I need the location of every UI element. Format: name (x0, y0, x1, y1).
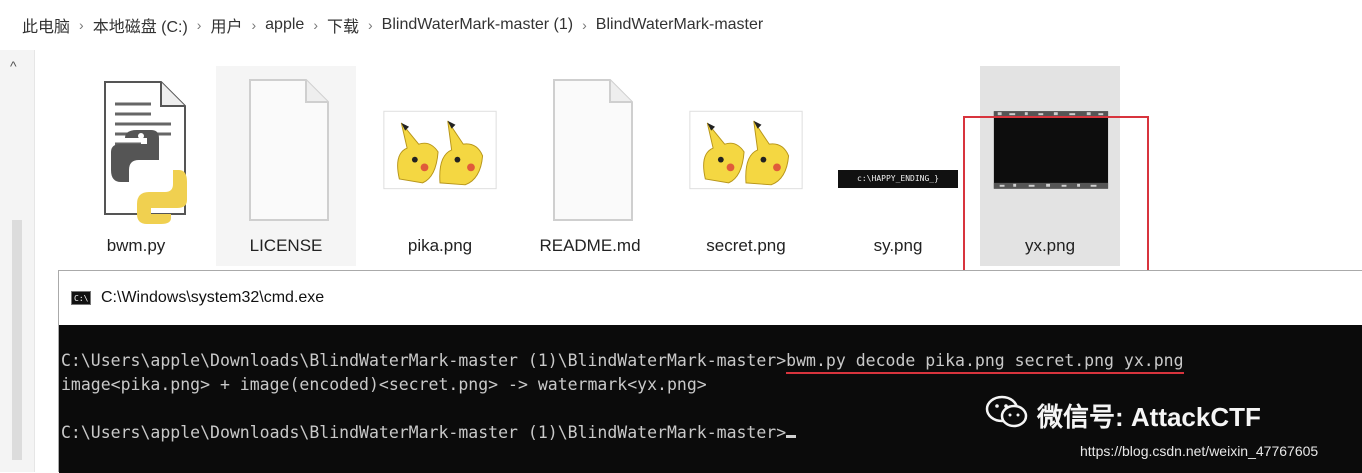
scroll-up-icon[interactable]: ^ (10, 58, 17, 74)
console-prompt: C:\Users\apple\Downloads\BlindWaterMark-… (61, 351, 787, 370)
wechat-watermark: 微信号: AttackCTF (985, 394, 1261, 437)
cmd-icon: C:\ (71, 291, 91, 305)
pikachu-image-icon (686, 74, 806, 224)
file-item[interactable]: secret.png (676, 66, 816, 266)
file-name: secret.png (706, 236, 786, 255)
watermark-text-image-icon: c:\HAPPY_ENDING_} (838, 74, 958, 224)
chevron-right-icon: › (313, 17, 318, 33)
file-item[interactable]: README.md (520, 66, 660, 266)
sy-thumbnail-text: c:\HAPPY_ENDING_} (838, 170, 958, 188)
chevron-right-icon: › (368, 17, 373, 33)
scrollbar-thumb[interactable] (12, 220, 22, 460)
python-file-icon (76, 74, 196, 224)
chevron-right-icon: › (196, 17, 202, 33)
breadcrumb-bwm-current[interactable]: BlindWaterMark-master (596, 16, 763, 34)
source-url: https://blog.csdn.net/weixin_47767605 (1080, 443, 1319, 459)
breadcrumb-apple[interactable]: apple (265, 16, 304, 34)
cmd-title: C:\Windows\system32\cmd.exe (101, 289, 325, 306)
file-item[interactable]: c:\HAPPY_ENDING_} sy.png (828, 66, 968, 266)
file-name: LICENSE (249, 236, 323, 255)
highlight-box-yx (963, 116, 1149, 276)
nav-pane-scrollbar[interactable]: ^ (0, 50, 35, 472)
chevron-right-icon: › (582, 17, 587, 33)
breadcrumb-bwm-parent[interactable]: BlindWaterMark-master (1) (382, 16, 573, 34)
breadcrumb-users[interactable]: 用户 (210, 13, 242, 37)
wechat-icon (985, 394, 1029, 437)
blank-file-icon (530, 74, 650, 224)
breadcrumb-downloads[interactable]: 下载 (327, 13, 359, 37)
file-item[interactable]: bwm.py (66, 66, 206, 266)
text-cursor (786, 435, 797, 438)
chevron-right-icon: › (79, 17, 84, 33)
file-item[interactable]: pika.png (370, 66, 510, 266)
console-line: C:\Users\apple\Downloads\BlindWaterMark-… (61, 349, 1362, 374)
breadcrumb-local-disk[interactable]: 本地磁盘 (C:) (93, 13, 188, 37)
cmd-window[interactable]: C:\ C:\Windows\system32\cmd.exe C:\Users… (58, 270, 1362, 473)
chevron-right-icon: › (251, 17, 257, 33)
breadcrumb-this-pc[interactable]: 此电脑 (22, 13, 70, 37)
file-name: pika.png (407, 236, 473, 255)
wechat-id-label: 微信号: AttackCTF (1037, 402, 1261, 432)
file-name: sy.png (873, 236, 923, 255)
breadcrumb: 此电脑 › 本地磁盘 (C:) › 用户 › apple › 下载 › Blin… (0, 0, 1362, 50)
console-prompt: C:\Users\apple\Downloads\BlindWaterMark-… (61, 423, 787, 442)
file-name: README.md (539, 236, 641, 255)
blank-file-icon (226, 74, 346, 224)
pikachu-image-icon (380, 74, 500, 224)
file-item[interactable]: LICENSE (216, 66, 356, 266)
cmd-title-bar[interactable]: C:\ C:\Windows\system32\cmd.exe (59, 271, 1362, 325)
file-name: bwm.py (106, 236, 166, 255)
console-command: bwm.py decode pika.png secret.png yx.png (786, 351, 1184, 374)
